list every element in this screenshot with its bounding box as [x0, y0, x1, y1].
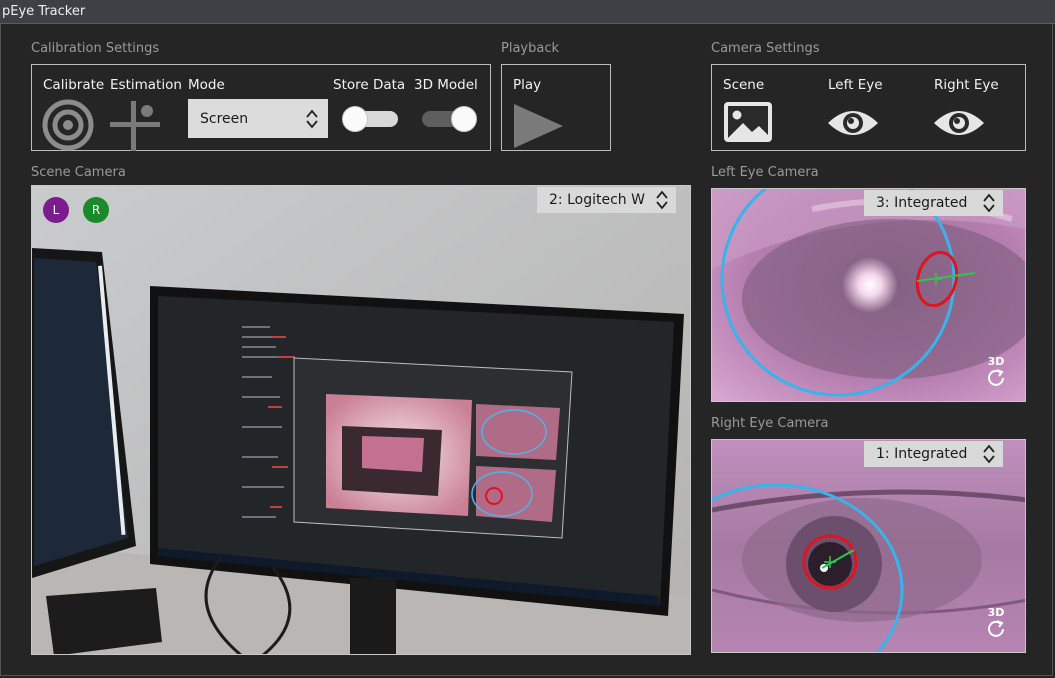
select-arrows-icon [983, 193, 995, 213]
mode-select-value: Screen [200, 110, 249, 127]
right-eye-icon[interactable] [932, 105, 986, 141]
left-eye-image [712, 189, 1025, 401]
right-eye-camera-section-label: Right Eye Camera [711, 416, 829, 431]
right-eye-camera-view[interactable]: 1: Integrated 3D [711, 439, 1026, 653]
camera-settings-section-label: Camera Settings [711, 41, 820, 56]
left-eye-camera-section-label: Left Eye Camera [711, 165, 819, 180]
right-eye-label: Right Eye [934, 77, 999, 93]
left-eye-source-select[interactable]: 3: Integrated [864, 190, 1003, 216]
camera-settings-group: Scene Left Eye Right Eye [711, 64, 1026, 151]
left-eye-icon[interactable] [826, 105, 880, 141]
left-gaze-marker: L [43, 197, 69, 223]
playback-section-label: Playback [501, 41, 560, 56]
mode-select[interactable]: Screen [188, 99, 328, 138]
calibrate-target-icon[interactable] [42, 99, 94, 151]
right-gaze-marker: R [83, 197, 109, 223]
scene-label: Scene [723, 77, 765, 93]
refresh-icon [988, 369, 1004, 386]
calibration-section-label: Calibration Settings [31, 41, 160, 56]
left-eye-reset-3d-button[interactable]: 3D [984, 355, 1008, 391]
play-label: Play [513, 77, 542, 93]
image-icon[interactable] [723, 101, 773, 143]
calibration-group: Calibrate Estimation Mode Screen Store D… [31, 64, 491, 151]
model3d-toggle-knob[interactable] [451, 106, 477, 132]
estimation-label: Estimation [110, 77, 182, 93]
window-title: pEye Tracker [0, 0, 1055, 24]
store-data-toggle-knob[interactable] [342, 106, 368, 132]
store-data-label: Store Data [333, 77, 406, 93]
right-eye-source-select[interactable]: 1: Integrated [864, 441, 1003, 467]
select-arrows-icon [983, 444, 995, 464]
scene-camera-view[interactable]: L R 2: Logitech W [31, 185, 691, 655]
left-eye-camera-view[interactable]: 3: Integrated 3D [711, 188, 1026, 402]
mode-label: Mode [188, 77, 225, 93]
refresh-icon [988, 620, 1004, 637]
reset-3d-label: 3D [987, 355, 1005, 368]
right-eye-image [712, 440, 1025, 652]
scene-source-select[interactable]: 2: Logitech W [537, 187, 676, 213]
left-eye-label: Left Eye [828, 77, 883, 93]
scene-camera-image [32, 186, 690, 654]
reset-3d-label: 3D [987, 606, 1005, 619]
calibrate-label: Calibrate [43, 77, 105, 93]
play-icon[interactable] [513, 103, 565, 149]
model3d-label: 3D Model [414, 77, 478, 93]
right-eye-source-value: 1: Integrated [876, 446, 968, 462]
select-arrows-icon [306, 109, 318, 128]
select-arrows-icon [656, 190, 668, 210]
playback-group: Play [501, 64, 611, 151]
left-eye-source-value: 3: Integrated [876, 195, 968, 211]
scene-source-value: 2: Logitech W [549, 192, 645, 208]
estimation-crosshair-icon[interactable] [110, 101, 162, 151]
scene-camera-section-label: Scene Camera [31, 165, 126, 180]
right-eye-reset-3d-button[interactable]: 3D [984, 606, 1008, 642]
